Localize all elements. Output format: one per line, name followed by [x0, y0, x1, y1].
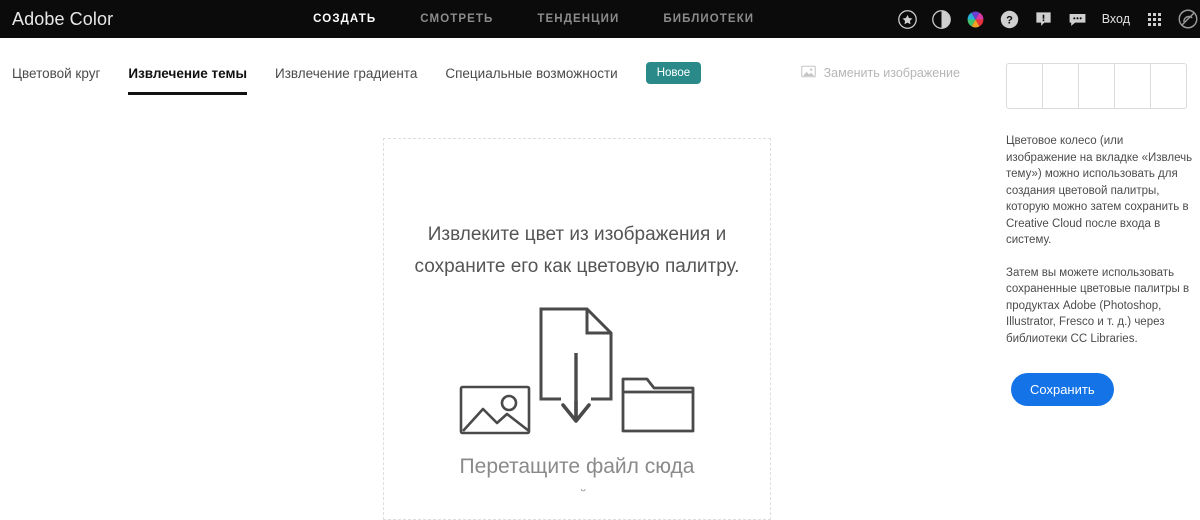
secondary-tab-bar: Цветовой круг Извлечение темы Извлечение…: [0, 38, 1000, 108]
contrast-icon[interactable]: [932, 9, 952, 29]
creative-cloud-icon[interactable]: [1178, 9, 1198, 29]
image-icon: [459, 379, 531, 440]
dropzone-illustration: [459, 305, 695, 440]
dropzone-clipped-text[interactable]: или найдите: [539, 487, 614, 492]
help-icon[interactable]: ?: [1000, 9, 1020, 29]
swatch-2[interactable]: [1042, 63, 1079, 109]
folder-icon: [621, 373, 695, 440]
right-sidebar: Цветовое колесо (или изображение на вкла…: [1000, 38, 1200, 520]
tab-extract-theme[interactable]: Извлечение темы: [128, 66, 247, 95]
document-download-icon: [537, 305, 615, 440]
replace-image-label: Заменить изображение: [823, 66, 960, 80]
color-wheel-icon[interactable]: [966, 9, 986, 29]
main-navigation: СОЗДАТЬ СМОТРЕТЬ ТЕНДЕНЦИИ БИБЛИОТЕКИ: [313, 13, 754, 25]
feedback-icon[interactable]: [1034, 9, 1054, 29]
tab-color-wheel[interactable]: Цветовой круг: [12, 66, 100, 95]
palette-swatches: [1006, 63, 1200, 109]
header-icon-group: ? Вход: [898, 9, 1200, 29]
nav-item-create[interactable]: СОЗДАТЬ: [313, 13, 376, 25]
signin-link[interactable]: Вход: [1102, 12, 1130, 26]
star-icon[interactable]: [898, 9, 918, 29]
tab-accessibility[interactable]: Специальные возможности: [445, 66, 617, 95]
dropzone-heading: Извлеките цвет из изображения и сохранит…: [414, 224, 740, 277]
brand-logo[interactable]: Adobe Color: [0, 9, 113, 30]
nav-item-trends[interactable]: ТЕНДЕНЦИИ: [537, 13, 619, 25]
replace-image-button[interactable]: Заменить изображение: [800, 65, 960, 81]
swatch-1[interactable]: [1006, 63, 1043, 109]
sidebar-paragraph-1: Цветовое колесо (или изображение на вкла…: [1006, 135, 1193, 246]
app-grid-icon[interactable]: [1144, 9, 1164, 29]
dropzone-subtext: Перетащите файл сюда: [459, 455, 695, 478]
image-icon: [800, 65, 816, 81]
top-header: Adobe Color СОЗДАТЬ СМОТРЕТЬ ТЕНДЕНЦИИ Б…: [0, 0, 1200, 38]
chat-icon[interactable]: [1068, 9, 1088, 29]
nav-item-libraries[interactable]: БИБЛИОТЕКИ: [663, 13, 754, 25]
save-button[interactable]: Сохранить: [1011, 373, 1114, 406]
swatch-4[interactable]: [1114, 63, 1151, 109]
nav-item-explore[interactable]: СМОТРЕТЬ: [420, 13, 493, 25]
tab-extract-gradient[interactable]: Извлечение градиента: [275, 66, 417, 95]
svg-text:?: ?: [1006, 14, 1013, 26]
image-dropzone[interactable]: Извлеките цвет из изображения и сохранит…: [383, 138, 771, 520]
swatch-3[interactable]: [1078, 63, 1115, 109]
sidebar-description: Цветовое колесо (или изображение на вкла…: [1006, 133, 1196, 347]
sidebar-paragraph-2: Затем вы можете использовать сохраненные…: [1006, 266, 1190, 345]
new-badge: Новое: [645, 62, 702, 84]
swatch-5[interactable]: [1150, 63, 1187, 109]
